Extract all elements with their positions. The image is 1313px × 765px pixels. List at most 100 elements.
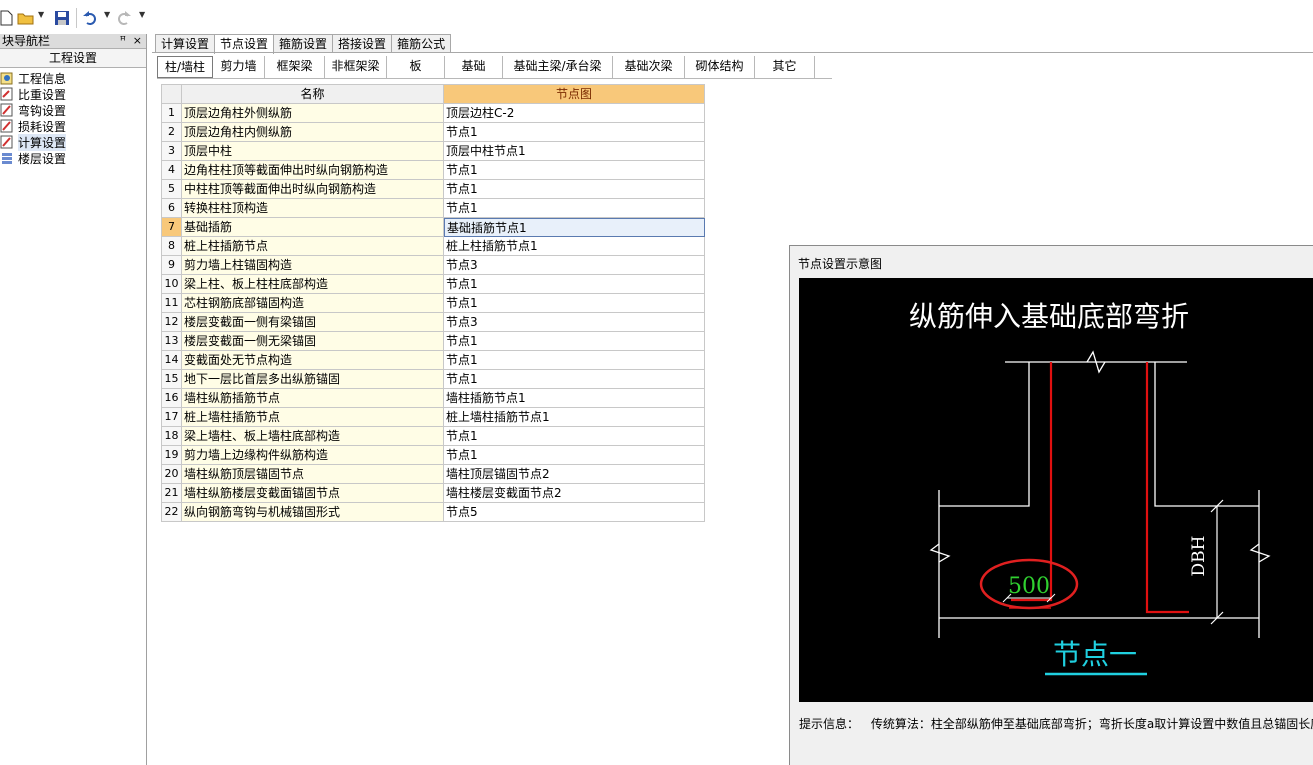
table-row[interactable]: 12 楼层变截面一侧有梁锚固 节点3	[162, 313, 705, 332]
table-row[interactable]: 20 墙柱纵筋顶层锚固节点 墙柱顶层锚固节点2	[162, 465, 705, 484]
row-name-cell[interactable]: 桩上墙柱插筋节点	[182, 408, 444, 427]
subtab-foundation-secondary-beam[interactable]: 基础次梁	[613, 56, 685, 78]
table-row[interactable]: 14 变截面处无节点构造 节点1	[162, 351, 705, 370]
row-name-cell[interactable]: 芯柱钢筋底部锚固构造	[182, 294, 444, 313]
tab-stirrup-settings[interactable]: 箍筋设置	[273, 34, 334, 53]
nav-item-floor-settings[interactable]: 楼层设置	[0, 150, 146, 166]
row-name-cell[interactable]: 剪力墙上柱锚固构造	[182, 256, 444, 275]
subtab-foundation[interactable]: 基础	[445, 56, 503, 78]
row-name-cell[interactable]: 中柱柱顶等截面伸出时纵向钢筋构造	[182, 180, 444, 199]
row-node-cell[interactable]: 节点1	[444, 294, 705, 313]
subtab-column-wall-column[interactable]: 柱/墙柱	[157, 56, 213, 78]
table-row[interactable]: 11 芯柱钢筋底部锚固构造 节点1	[162, 294, 705, 313]
subtab-frame-beam[interactable]: 框架梁	[265, 56, 325, 78]
row-name-cell[interactable]: 梁上墙柱、板上墙柱底部构造	[182, 427, 444, 446]
save-icon[interactable]	[52, 8, 72, 28]
subtab-non-frame-beam[interactable]: 非框架梁	[325, 56, 387, 78]
tab-stirrup-formula[interactable]: 箍筋公式	[391, 34, 452, 53]
tab-node-settings[interactable]: 节点设置	[214, 34, 275, 54]
row-node-cell[interactable]: 节点1	[444, 199, 705, 218]
open-dropdown-icon[interactable]: ▼	[38, 10, 44, 19]
row-node-cell[interactable]: 节点1	[444, 427, 705, 446]
row-node-cell[interactable]: 节点5	[444, 503, 705, 522]
row-node-cell[interactable]: 顶层中柱节点1	[444, 142, 705, 161]
table-row[interactable]: 15 地下一层比首层多出纵筋锚固 节点1	[162, 370, 705, 389]
row-name-cell[interactable]: 墙柱纵筋插筋节点	[182, 389, 444, 408]
tab-lap-settings[interactable]: 搭接设置	[332, 34, 393, 53]
table-row[interactable]: 16 墙柱纵筋插筋节点 墙柱插筋节点1	[162, 389, 705, 408]
table-row[interactable]: 7 基础插筋 基础插筋节点1	[162, 218, 705, 237]
row-node-cell[interactable]: 桩上墙柱插筋节点1	[444, 408, 705, 427]
subtab-other[interactable]: 其它	[755, 56, 815, 78]
navigator-section-header[interactable]: 工程设置	[0, 49, 146, 68]
row-name-cell[interactable]: 顶层边角柱内侧纵筋	[182, 123, 444, 142]
table-row[interactable]: 2 顶层边角柱内侧纵筋 节点1	[162, 123, 705, 142]
table-row[interactable]: 1 顶层边角柱外侧纵筋 顶层边柱C-2	[162, 104, 705, 123]
row-name-cell[interactable]: 顶层边角柱外侧纵筋	[182, 104, 444, 123]
close-icon[interactable]: ×	[133, 34, 142, 48]
row-name-cell[interactable]: 楼层变截面一侧无梁锚固	[182, 332, 444, 351]
redo-dropdown-icon[interactable]: ▼	[139, 10, 145, 19]
row-name-cell[interactable]: 顶层中柱	[182, 142, 444, 161]
row-name-cell[interactable]: 变截面处无节点构造	[182, 351, 444, 370]
row-node-cell[interactable]: 节点1	[444, 180, 705, 199]
open-folder-icon[interactable]	[16, 8, 36, 28]
row-name-cell[interactable]: 楼层变截面一侧有梁锚固	[182, 313, 444, 332]
subtab-masonry[interactable]: 砌体结构	[685, 56, 755, 78]
table-row[interactable]: 8 桩上柱插筋节点 桩上柱插筋节点1	[162, 237, 705, 256]
subtab-shear-wall[interactable]: 剪力墙	[213, 56, 265, 78]
subtab-foundation-main-beam[interactable]: 基础主梁/承台梁	[503, 56, 613, 78]
row-node-cell[interactable]: 节点3	[444, 256, 705, 275]
table-row[interactable]: 5 中柱柱顶等截面伸出时纵向钢筋构造 节点1	[162, 180, 705, 199]
row-node-cell[interactable]: 基础插筋节点1	[444, 218, 705, 237]
row-node-cell[interactable]: 墙柱顶层锚固节点2	[444, 465, 705, 484]
redo-icon[interactable]	[114, 8, 134, 28]
row-name-cell[interactable]: 墙柱纵筋顶层锚固节点	[182, 465, 444, 484]
row-node-cell[interactable]: 节点1	[444, 275, 705, 294]
table-row[interactable]: 22 纵向钢筋弯钩与机械锚固形式 节点5	[162, 503, 705, 522]
subtab-slab[interactable]: 板	[387, 56, 445, 78]
table-row[interactable]: 6 转换柱柱顶构造 节点1	[162, 199, 705, 218]
row-node-cell[interactable]: 节点1	[444, 351, 705, 370]
table-row[interactable]: 21 墙柱纵筋楼层变截面锚固节点 墙柱楼层变截面节点2	[162, 484, 705, 503]
name-column-header[interactable]: 名称	[182, 85, 444, 104]
table-row[interactable]: 9 剪力墙上柱锚固构造 节点3	[162, 256, 705, 275]
row-node-cell[interactable]: 节点1	[444, 370, 705, 389]
table-row[interactable]: 18 梁上墙柱、板上墙柱底部构造 节点1	[162, 427, 705, 446]
row-name-cell[interactable]: 地下一层比首层多出纵筋锚固	[182, 370, 444, 389]
table-row[interactable]: 4 边角柱柱顶等截面伸出时纵向钢筋构造 节点1	[162, 161, 705, 180]
row-node-cell[interactable]: 顶层边柱C-2	[444, 104, 705, 123]
row-name-cell[interactable]: 剪力墙上边缘构件纵筋构造	[182, 446, 444, 465]
row-name-cell[interactable]: 纵向钢筋弯钩与机械锚固形式	[182, 503, 444, 522]
row-name-cell[interactable]: 桩上柱插筋节点	[182, 237, 444, 256]
table-row[interactable]: 19 剪力墙上边缘构件纵筋构造 节点1	[162, 446, 705, 465]
nav-item-calc-settings[interactable]: 计算设置	[0, 133, 146, 151]
nav-item-loss-settings[interactable]: 损耗设置	[0, 118, 146, 134]
table-row[interactable]: 13 楼层变截面一侧无梁锚固 节点1	[162, 332, 705, 351]
row-node-cell[interactable]: 节点1	[444, 332, 705, 351]
row-name-cell[interactable]: 基础插筋	[182, 218, 444, 237]
row-name-cell[interactable]: 转换柱柱顶构造	[182, 199, 444, 218]
table-row[interactable]: 10 梁上柱、板上柱柱底部构造 节点1	[162, 275, 705, 294]
node-column-header[interactable]: 节点图	[444, 85, 705, 104]
row-node-cell[interactable]: 节点1	[444, 161, 705, 180]
row-name-cell[interactable]: 梁上柱、板上柱柱底部构造	[182, 275, 444, 294]
table-row[interactable]: 3 顶层中柱 顶层中柱节点1	[162, 142, 705, 161]
pin-icon[interactable]: ꟸ	[120, 34, 126, 48]
row-node-cell[interactable]: 节点1	[444, 123, 705, 142]
tab-calc-settings[interactable]: 计算设置	[155, 34, 216, 53]
nav-item-weight-settings[interactable]: 比重设置	[0, 86, 146, 102]
row-node-cell[interactable]: 节点3	[444, 313, 705, 332]
row-name-cell[interactable]: 边角柱柱顶等截面伸出时纵向钢筋构造	[182, 161, 444, 180]
undo-dropdown-icon[interactable]: ▼	[104, 10, 110, 19]
row-node-cell[interactable]: 墙柱插筋节点1	[444, 389, 705, 408]
table-row[interactable]: 17 桩上墙柱插筋节点 桩上墙柱插筋节点1	[162, 408, 705, 427]
new-file-icon[interactable]	[0, 8, 16, 28]
row-node-cell[interactable]: 桩上柱插筋节点1	[444, 237, 705, 256]
row-node-cell[interactable]: 节点1	[444, 446, 705, 465]
nav-item-project-info[interactable]: 工程信息	[0, 70, 146, 86]
nav-item-hook-settings[interactable]: 弯钩设置	[0, 102, 146, 118]
row-name-cell[interactable]: 墙柱纵筋楼层变截面锚固节点	[182, 484, 444, 503]
undo-icon[interactable]	[80, 8, 100, 28]
row-node-cell[interactable]: 墙柱楼层变截面节点2	[444, 484, 705, 503]
